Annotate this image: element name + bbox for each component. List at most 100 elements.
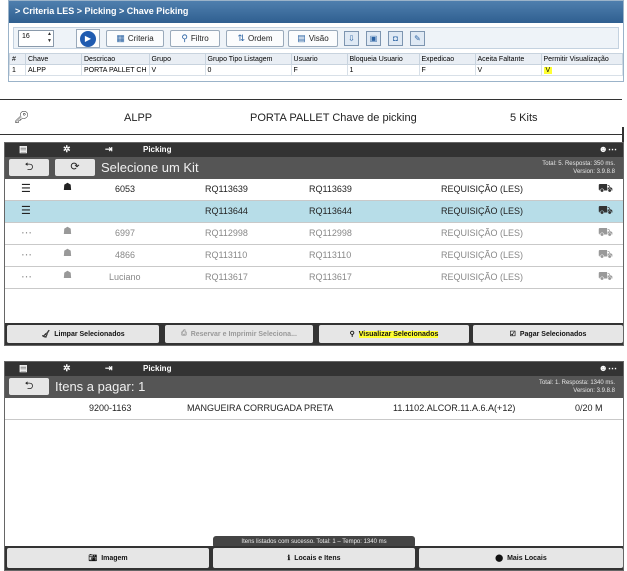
app-title: Picking (143, 145, 172, 154)
criteria-grid: # Chave Descricao Grupo Grupo Tipo Lista… (9, 53, 624, 76)
criteria-toolbar: 16 ▲ ▼ ▶ ▦ Criteria ⚲ Filtro ⇅ Ordem ▤ Vi… (13, 27, 619, 49)
camera-icon: 📷︎ (88, 555, 98, 562)
save-icon[interactable]: ▣ (366, 31, 381, 46)
person-icon: ☗ (63, 248, 72, 259)
logout-icon[interactable]: ⇥ (105, 144, 113, 155)
app-title: Picking (143, 364, 172, 373)
user-menu-icon[interactable]: ☻⋯ (599, 363, 617, 374)
col-permitir[interactable]: Permitir Visualização (540, 53, 624, 65)
more-icon: ⋯ (21, 271, 32, 283)
col-usuario[interactable]: Usuario (290, 53, 348, 65)
kit-selection-screen: ▤ ✲ ⇥ Picking ☻⋯ ⮌ ⟳ Selecione um Kit To… (4, 142, 624, 346)
kit-header: ⮌ ⟳ Selecione um Kit Total: 5. Resposta:… (5, 157, 623, 179)
kit-count: 5 Kits (510, 112, 538, 124)
items-header: ⮌ Itens a pagar: 1 Total: 1. Resposta: 1… (5, 376, 623, 398)
view-icon: ▤ (297, 33, 306, 43)
truck-icon[interactable]: ⛟ (598, 225, 613, 241)
col-descricao[interactable]: Descricao (81, 53, 150, 65)
col-aceita[interactable]: Aceita Faltante (474, 53, 542, 65)
check-icon: ☑ (509, 331, 516, 338)
item-row[interactable]: 9200-1163 MANGUEIRA CORRUGADA PRETA 11.1… (5, 398, 623, 420)
criteria-button[interactable]: ▦ Criteria (106, 30, 164, 47)
printer-icon: ⎙ (181, 330, 187, 337)
search-icon: ⚲ (349, 331, 355, 338)
kit-row[interactable]: ☰ ☗ 6053 RQ113639 RQ113639 REQUISIÇÃO (L… (5, 179, 623, 201)
spinner-arrows-icon[interactable]: ▲ ▼ (47, 31, 52, 45)
col-expedicao[interactable]: Expedicao (418, 53, 476, 65)
filter-icon: ⚲ (181, 33, 188, 43)
settings-icon[interactable]: ✲ (63, 144, 71, 155)
menu-icon[interactable]: ▤ (19, 363, 28, 374)
info-icon: ℹ (287, 555, 291, 562)
col-chave[interactable]: Chave (25, 53, 82, 65)
items-action-bar: 📷︎ Imagem ℹ Locais e Itens ⬤ Mais Locais (5, 546, 623, 570)
list-icon: ☰ (21, 205, 31, 217)
divider (622, 127, 624, 143)
item-code: 9200-1163 (89, 403, 132, 413)
col-bloqueia[interactable]: Bloqueia Usuario (346, 53, 420, 65)
list-icon: ☰ (21, 183, 31, 195)
logout-icon[interactable]: ⇥ (105, 363, 113, 374)
view-selected-button[interactable]: ⚲ Visualizar Selecionados (319, 325, 469, 343)
settings-icon[interactable]: ✲ (63, 363, 71, 374)
item-location: 11.1102.ALCOR.11.A.6.A(+12) (393, 403, 516, 413)
truck-icon[interactable]: ⛟ (598, 269, 613, 285)
table-row[interactable]: 1 ALPP PORTA PALLET CH V 0 F 1 F V V (9, 64, 624, 76)
image-button[interactable]: 📷︎ Imagem (7, 548, 209, 568)
person-icon: ☗ (63, 226, 72, 237)
refresh-button[interactable]: ⟳ (55, 159, 95, 176)
app-bar: ▤ ✲ ⇥ Picking ☻⋯ (5, 143, 623, 157)
rows-value: 16 (22, 33, 30, 40)
key-icon: 🔑︎ (14, 110, 30, 124)
location-pin-icon: ⬤ (495, 555, 504, 562)
locations-items-button[interactable]: ℹ Locais e Itens (213, 548, 415, 568)
truck-icon[interactable]: ⛟ (598, 203, 613, 219)
col-grupo[interactable]: Grupo (148, 53, 206, 65)
col-index[interactable]: # (9, 53, 26, 65)
view-button[interactable]: ▤ Visão (288, 30, 338, 47)
export-icon[interactable]: ⇩ (344, 31, 359, 46)
broom-icon: 🧹︎ (41, 331, 51, 338)
kit-row[interactable]: ⋯ ☗ 4866 RQ113110 RQ113110 REQUISIÇÃO (L… (5, 245, 623, 267)
menu-icon[interactable]: ▤ (19, 144, 28, 155)
status-meta: Total: 1. Resposta: 1340 ms. Version: 3.… (538, 380, 615, 394)
criteria-window: > Criteria LES > Picking > Chave Picking… (8, 0, 624, 82)
order-button[interactable]: ⇅ Ordem (226, 30, 284, 47)
kit-row[interactable]: ⋯ ☗ Luciano RQ113617 RQ113617 REQUISIÇÃO… (5, 267, 623, 289)
grid-header-row: # Chave Descricao Grupo Grupo Tipo Lista… (9, 53, 624, 65)
person-icon: ☗ (63, 270, 72, 281)
play-icon: ▶ (80, 31, 96, 47)
page-title: Selecione um Kit (101, 160, 199, 175)
filter-button[interactable]: ⚲ Filtro (170, 30, 220, 47)
kit-row[interactable]: ⋯ ☗ 6997 RQ112998 RQ112998 REQUISIÇÃO (L… (5, 223, 623, 245)
app-bar: ▤ ✲ ⇥ Picking ☻⋯ (5, 362, 623, 376)
status-meta: Total: 5. Resposta: 350 ms. Version: 3.9… (542, 161, 615, 175)
more-icon: ⋯ (21, 227, 32, 239)
person-icon: ☗ (63, 182, 72, 193)
col-grupo-tipo[interactable]: Grupo Tipo Listagem (204, 53, 292, 65)
truck-icon[interactable]: ⛟ (598, 181, 613, 197)
edit-icon[interactable]: ✎ (410, 31, 425, 46)
items-screen: ▤ ✲ ⇥ Picking ☻⋯ ⮌ Itens a pagar: 1 Tota… (4, 361, 624, 571)
pay-selected-button[interactable]: ☑ Pagar Selecionados (473, 325, 623, 343)
rows-spinner[interactable]: 16 ▲ ▼ (18, 30, 54, 47)
more-locations-button[interactable]: ⬤ Mais Locais (419, 548, 623, 568)
kit-action-bar: 🧹︎ Limpar Selecionados ⎙ Reservar e Impr… (5, 323, 623, 345)
clear-selected-button[interactable]: 🧹︎ Limpar Selecionados (7, 325, 159, 343)
user-menu-icon[interactable]: ☻⋯ (599, 144, 617, 155)
truck-icon[interactable]: ⛟ (598, 247, 613, 263)
run-button[interactable]: ▶ (76, 29, 100, 48)
back-button[interactable]: ⮌ (9, 159, 49, 176)
criteria-icon: ▦ (116, 33, 125, 43)
key-row[interactable]: 🔑︎ ALPP PORTA PALLET Chave de picking 5 … (0, 99, 622, 135)
back-button[interactable]: ⮌ (9, 378, 49, 395)
permitir-value: V (543, 66, 553, 74)
item-description: MANGUEIRA CORRUGADA PRETA (187, 403, 334, 413)
kit-row-selected[interactable]: ☰ RQ113644 RQ113644 REQUISIÇÃO (LES) ⛟ (5, 201, 623, 223)
key-code: ALPP (124, 112, 153, 124)
sort-az-icon: ⇅ (237, 33, 246, 43)
page-title: Itens a pagar: 1 (55, 379, 146, 394)
refresh-icon[interactable]: ◘ (388, 31, 403, 46)
key-description: PORTA PALLET Chave de picking (250, 112, 417, 124)
reserve-print-button[interactable]: ⎙ Reservar e Imprimir Seleciona... (165, 325, 313, 343)
